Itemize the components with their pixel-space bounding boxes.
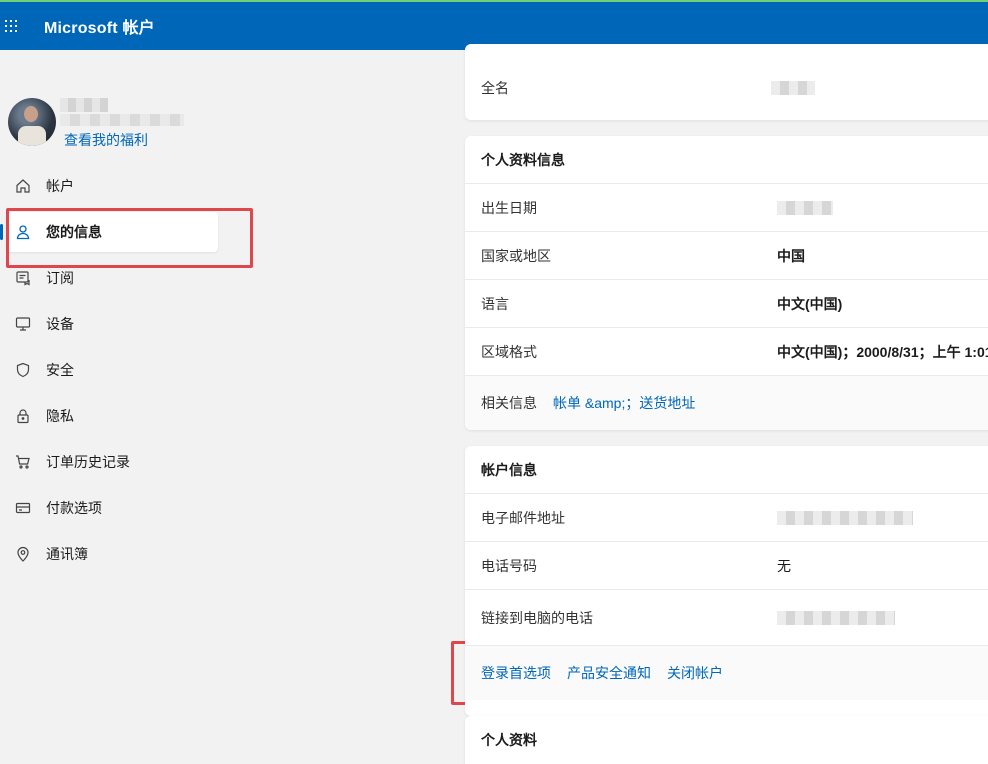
account-info-title: 帐户信息	[465, 446, 988, 494]
name-card: 全名	[465, 44, 988, 120]
sidebar-nav: 帐户 您的信息 订阅 设备 安全 隐私 订单历史记录 付款选项 通讯簿	[0, 166, 218, 580]
full-name-row[interactable]: 全名	[465, 64, 988, 112]
profile-header: 查看我的福利	[8, 98, 184, 148]
sidebar-item-payment-options[interactable]: 付款选项	[6, 488, 218, 528]
monitor-icon	[14, 315, 32, 333]
region-format-label: 区域格式	[481, 343, 537, 360]
subscription-icon	[14, 269, 32, 287]
sidebar-item-label: 设备	[46, 316, 74, 332]
billing-shipping-link[interactable]: 帐单 &amp;；送货地址	[553, 393, 695, 413]
redacted-email-value	[777, 510, 913, 525]
cart-icon	[14, 453, 32, 471]
full-name-label: 全名	[481, 80, 509, 96]
sign-in-preferences-link[interactable]: 登录首选项	[481, 663, 551, 683]
sidebar: 查看我的福利 帐户 您的信息 订阅 设备 安全 隐私 订单历史记录 付款选项 通…	[0, 50, 440, 764]
benefits-link[interactable]: 查看我的福利	[64, 130, 148, 150]
linked-phone-label: 链接到电脑的电话	[481, 609, 593, 626]
language-value: 中文(中国)	[777, 295, 843, 312]
location-pin-icon	[14, 545, 32, 563]
product-security-notice-link[interactable]: 产品安全通知	[567, 663, 651, 683]
email-label: 电子邮件地址	[481, 509, 565, 526]
card-icon	[14, 499, 32, 517]
country-row[interactable]: 国家或地区 中国	[465, 232, 988, 280]
sidebar-item-security[interactable]: 安全	[6, 350, 218, 390]
region-format-row[interactable]: 区域格式 中文(中国)；2000/8/31；上午 1:01	[465, 328, 988, 376]
language-label: 语言	[481, 295, 509, 312]
person-icon	[14, 223, 32, 241]
redacted-email	[60, 114, 184, 126]
language-row[interactable]: 语言 中文(中国)	[465, 280, 988, 328]
sidebar-item-devices[interactable]: 设备	[6, 304, 218, 344]
sidebar-item-subscriptions[interactable]: 订阅	[6, 258, 218, 298]
app-launcher-icon[interactable]	[5, 20, 17, 32]
sidebar-item-label: 订单历史记录	[46, 454, 130, 470]
redacted-name	[60, 98, 108, 112]
sidebar-item-label: 隐私	[46, 408, 74, 424]
personal-card-title: 个人资料	[481, 732, 537, 748]
birthdate-label: 出生日期	[481, 199, 537, 216]
sidebar-item-privacy[interactable]: 隐私	[6, 396, 218, 436]
avatar[interactable]	[8, 98, 56, 146]
sidebar-item-label: 安全	[46, 362, 74, 378]
phone-row[interactable]: 电话号码 无	[465, 542, 988, 590]
account-links-footer: 登录首选项 产品安全通知 关闭帐户	[465, 646, 988, 700]
birthdate-row[interactable]: 出生日期	[465, 184, 988, 232]
lock-icon	[14, 407, 32, 425]
account-info-card: 帐户信息 电子邮件地址 电话号码 无 链接到电脑的电话 登录首选项 产品安全通知…	[465, 446, 988, 716]
close-account-link[interactable]: 关闭帐户	[667, 663, 723, 683]
profile-info-title: 个人资料信息	[465, 136, 988, 184]
sidebar-item-account[interactable]: 帐户	[6, 166, 218, 206]
sidebar-item-your-info[interactable]: 您的信息	[0, 212, 218, 252]
linked-phone-row[interactable]: 链接到电脑的电话	[465, 590, 988, 646]
sidebar-item-label: 订阅	[46, 270, 74, 286]
sidebar-item-label: 您的信息	[46, 224, 102, 240]
shield-icon	[14, 361, 32, 379]
top-bar: Microsoft 帐户	[0, 0, 988, 50]
home-icon	[14, 177, 32, 195]
sidebar-item-address-book[interactable]: 通讯簿	[6, 534, 218, 574]
main-content: 全名 个人资料信息 出生日期 国家或地区 中国 语言 中文(中国) 区域格式 中…	[465, 44, 988, 764]
country-label: 国家或地区	[481, 247, 551, 264]
email-row[interactable]: 电子邮件地址	[465, 494, 988, 542]
related-info-label: 相关信息	[481, 395, 537, 411]
related-info-footer: 相关信息 帐单 &amp;；送货地址	[465, 376, 988, 430]
country-value: 中国	[777, 247, 805, 264]
sidebar-item-order-history[interactable]: 订单历史记录	[6, 442, 218, 482]
sidebar-item-label: 付款选项	[46, 500, 102, 516]
personal-card: 个人资料	[465, 716, 988, 764]
sidebar-item-label: 通讯簿	[46, 546, 88, 562]
redacted-full-name	[771, 81, 815, 95]
redacted-birthdate	[777, 200, 833, 215]
app-title[interactable]: Microsoft 帐户	[44, 14, 155, 38]
profile-info-card: 个人资料信息 出生日期 国家或地区 中国 语言 中文(中国) 区域格式 中文(中…	[465, 136, 988, 430]
redacted-linked-phone	[777, 610, 895, 625]
phone-label: 电话号码	[481, 557, 537, 574]
region-format-value: 中文(中国)；2000/8/31；上午 1:01	[777, 343, 988, 360]
phone-value: 无	[777, 557, 791, 574]
sidebar-item-label: 帐户	[46, 178, 74, 194]
